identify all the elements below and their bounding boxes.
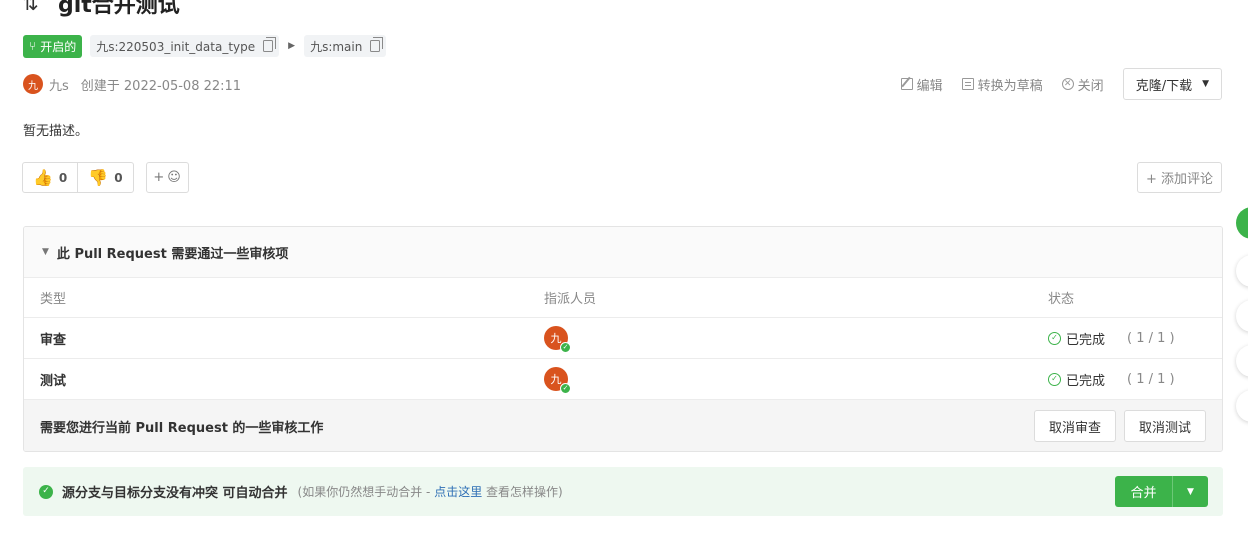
collapse-triangle-icon[interactable]: ▼ — [42, 247, 49, 257]
review-panel: ▼ 此 Pull Request 需要通过一些审核项 类型 指派人员 状态 审查… — [23, 226, 1223, 452]
status-text: 已完成 — [1066, 332, 1106, 348]
column-status: 状态 — [1048, 292, 1075, 307]
review-type: 审查 — [40, 332, 67, 348]
thumbs-down-icon: 👎 — [88, 168, 109, 187]
floating-action-button[interactable] — [1236, 255, 1248, 287]
edit-button[interactable]: 编辑 — [900, 75, 943, 94]
avatar[interactable]: 九 ✓ — [544, 367, 571, 394]
review-table-header: 类型 指派人员 状态 — [24, 278, 1222, 318]
table-row: 审查 九 ✓ ✓ 已完成 ( 1 / 1 ) — [24, 318, 1222, 359]
draft-icon — [961, 78, 974, 90]
merge-hint: (如果你仍然想手动合并 - 点击这里 查看怎样操作) — [298, 483, 563, 500]
branch-icon: ⑂ — [29, 39, 37, 53]
thumbs-down-count: 0 — [114, 170, 123, 185]
floating-action-button[interactable] — [1236, 345, 1248, 377]
cancel-test-button[interactable]: 取消测试 — [1123, 410, 1206, 442]
thumbs-down-button[interactable]: 👎 0 — [77, 163, 132, 192]
review-footer-buttons: 取消审查 取消测试 — [1033, 410, 1206, 442]
merge-button[interactable]: 合并 — [1115, 476, 1172, 507]
progress-count: ( 1 / 1 ) — [1127, 371, 1175, 387]
clone-download-button[interactable]: 克隆/下载 ▼ — [1122, 68, 1222, 100]
status-done: ✓ 已完成 ( 1 / 1 ) — [1048, 370, 1222, 389]
check-circle-icon: ✓ — [39, 484, 53, 499]
approved-check-icon: ✓ — [560, 342, 571, 353]
source-branch-tag[interactable]: 九s:220503_init_data_type — [90, 35, 280, 57]
add-emoji-button[interactable]: + ☺ — [145, 162, 189, 193]
caret-down-icon: ▼ — [1202, 79, 1209, 89]
convert-to-draft-button[interactable]: 转换为草稿 — [961, 75, 1043, 94]
column-assignee: 指派人员 — [544, 292, 597, 307]
merge-hint-prefix: (如果你仍然想手动合并 - — [297, 485, 435, 499]
review-heading: 此 Pull Request 需要通过一些审核项 — [56, 246, 289, 262]
reactions-bar: 👍 0 👎 0 + ☺ — [22, 162, 189, 193]
thumbs-up-count: 0 — [58, 170, 68, 185]
cancel-review-button[interactable]: 取消审查 — [1033, 410, 1116, 442]
thumbs-up-icon: 👍 — [33, 168, 53, 187]
author-name[interactable]: 九s — [49, 75, 69, 94]
git-pull-request-icon: ⇅ — [22, 0, 39, 15]
merge-status-box: ✓ 源分支与目标分支没有冲突 可自动合并 (如果你仍然想手动合并 - 点击这里 … — [23, 467, 1223, 516]
add-comment-button[interactable]: + 添加评论 — [1136, 162, 1222, 193]
approved-check-icon: ✓ — [560, 383, 571, 394]
meta-row: 九 九s 创建于 2022-05-08 22:11 — [23, 73, 241, 95]
assignee-cell: 九 ✓ — [527, 326, 1031, 353]
close-icon: ✕ — [1061, 78, 1074, 90]
review-footer-text: 需要您进行当前 Pull Request 的一些审核工作 — [40, 420, 324, 436]
draft-label: 转换为草稿 — [977, 78, 1043, 94]
column-type: 类型 — [40, 292, 67, 307]
target-branch-tag[interactable]: 九s:main — [304, 35, 387, 57]
clone-label: 克隆/下载 — [1135, 78, 1193, 94]
status-cell: ✓ 已完成 ( 1 / 1 ) — [1031, 370, 1222, 389]
close-button[interactable]: ✕ 关闭 — [1061, 75, 1104, 94]
close-label: 关闭 — [1077, 78, 1104, 94]
merge-button-group: 合并 ▼ — [1115, 476, 1208, 507]
floating-action-button[interactable] — [1236, 390, 1248, 422]
check-circle-icon: ✓ — [1048, 331, 1061, 345]
progress-count: ( 1 / 1 ) — [1127, 330, 1175, 346]
page-title: git合并测试 — [58, 0, 180, 18]
thumbs-up-button[interactable]: 👍 0 — [23, 163, 77, 192]
target-branch-label: 九s:main — [310, 39, 363, 54]
merge-options-dropdown[interactable]: ▼ — [1172, 476, 1208, 507]
created-time: 创建于 2022-05-08 22:11 — [80, 78, 242, 94]
review-type: 测试 — [40, 373, 67, 389]
avatar[interactable]: 九 — [23, 74, 43, 94]
pr-description: 暂无描述。 — [23, 124, 89, 139]
status-text: 已完成 — [1066, 373, 1106, 389]
edit-label: 编辑 — [916, 78, 943, 94]
floating-action-button[interactable] — [1236, 300, 1248, 332]
floating-action-button[interactable] — [1236, 207, 1248, 239]
merge-message: 源分支与目标分支没有冲突 可自动合并 — [62, 486, 288, 501]
review-panel-header[interactable]: ▼ 此 Pull Request 需要通过一些审核项 — [24, 227, 1222, 278]
branch-row: ⑂ 开启的 九s:220503_init_data_type ▶ 九s:main — [23, 34, 387, 58]
manual-merge-link[interactable]: 点击这里 — [434, 485, 482, 499]
review-footer: 需要您进行当前 Pull Request 的一些审核工作 取消审查 取消测试 — [24, 400, 1222, 451]
title-row: ⇅ git合并测试 — [22, 0, 180, 20]
smiley-icon: ☺ — [167, 170, 181, 185]
assignee-cell: 九 ✓ — [527, 367, 1031, 394]
status-label: 开启的 — [40, 39, 77, 54]
merge-hint-suffix: 查看怎样操作) — [482, 485, 563, 499]
actions-bar: 编辑 转换为草稿 ✕ 关闭 克隆/下载 ▼ — [900, 68, 1222, 100]
source-branch-label: 九s:220503_init_data_type — [96, 39, 256, 54]
status-badge: ⑂ 开启的 — [23, 34, 83, 58]
edit-icon — [900, 78, 913, 90]
table-row: 测试 九 ✓ ✓ 已完成 ( 1 / 1 ) — [24, 359, 1222, 400]
copy-icon[interactable] — [263, 37, 277, 52]
reaction-group: 👍 0 👎 0 — [22, 162, 134, 193]
emoji-plus-label: + — [153, 170, 165, 185]
avatar[interactable]: 九 ✓ — [544, 326, 571, 353]
status-cell: ✓ 已完成 ( 1 / 1 ) — [1031, 329, 1222, 348]
arrow-right-icon: ▶ — [288, 41, 296, 51]
check-circle-icon: ✓ — [1048, 372, 1061, 386]
status-done: ✓ 已完成 ( 1 / 1 ) — [1048, 329, 1222, 348]
copy-icon[interactable] — [370, 37, 384, 52]
